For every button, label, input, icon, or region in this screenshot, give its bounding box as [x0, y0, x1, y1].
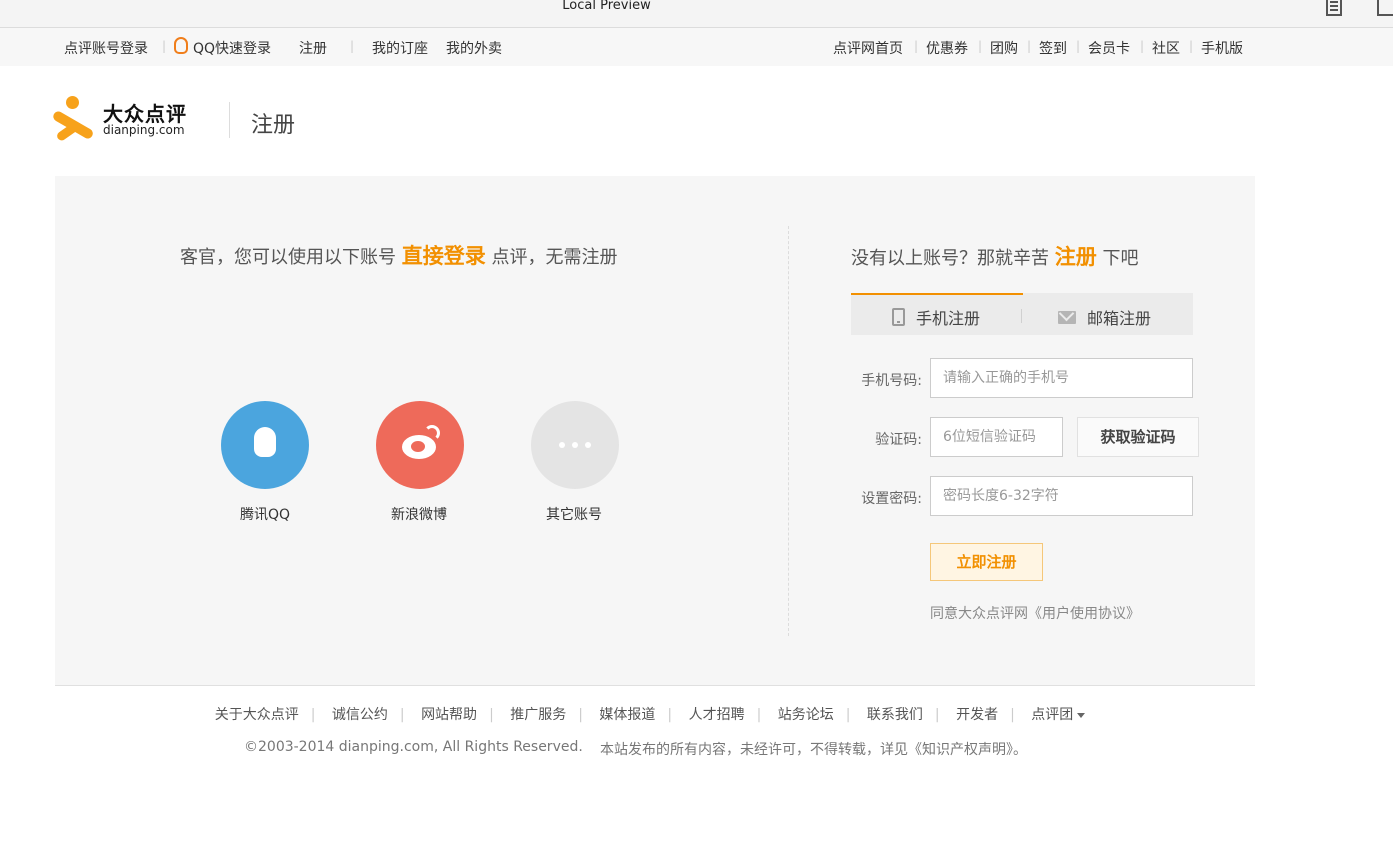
footer-separator: | — [756, 707, 762, 723]
nav-checkin-link[interactable]: 签到 — [1039, 38, 1067, 58]
footer-link-promotion[interactable]: 推广服务 — [510, 707, 566, 723]
page-title: 注册 — [251, 113, 296, 138]
code-label: 验证码: — [875, 432, 922, 448]
headline-text: 客官，您可以使用以下账号 — [180, 247, 396, 268]
phone-icon — [892, 308, 905, 326]
footer-links: 关于大众点评 | 诚信公约 | 网站帮助 | 推广服务 | 媒体报道 | 人才招聘 | 站务… — [0, 704, 1300, 724]
mail-icon — [1058, 305, 1076, 324]
tab-divider — [1021, 309, 1022, 323]
footer-separator: | — [667, 707, 673, 723]
window-title-bar: Local Preview — [0, 0, 1393, 28]
copyright-notice: 本站发布的所有内容，未经许可，不得转载，详见《知识产权声明》。 — [600, 742, 1027, 758]
footer-link-forum[interactable]: 站务论坛 — [778, 707, 834, 723]
top-nav-bar: 点评账号登录 | QQ快速登录 注册 | 我的订座 我的外卖 点评网首页 | 优… — [0, 28, 1393, 66]
header-divider — [229, 102, 230, 138]
qq-icon — [254, 427, 276, 457]
footer-link-about[interactable]: 关于大众点评 — [215, 707, 299, 723]
headline-text: 下吧 — [1102, 248, 1139, 269]
other-accounts-label[interactable]: 其它账号 — [514, 504, 634, 524]
nav-separator: | — [1076, 39, 1081, 53]
nav-separator: | — [978, 39, 983, 53]
footer-link-contact[interactable]: 联系我们 — [867, 707, 923, 723]
direct-login-headline: 客官，您可以使用以下账号 直接登录 点评，无需注册 — [180, 240, 617, 270]
panel-divider — [788, 226, 789, 636]
nav-separator: | — [914, 39, 919, 53]
qq-login-label[interactable]: 腾讯QQ — [205, 504, 325, 524]
other-accounts-button[interactable] — [531, 401, 619, 489]
headline-highlight: 直接登录 — [401, 244, 486, 268]
register-link[interactable]: 注册 — [299, 38, 327, 58]
weibo-login-label[interactable]: 新浪微博 — [359, 504, 479, 524]
footer-separator: | — [310, 707, 316, 723]
footer-link-integrity[interactable]: 诚信公约 — [332, 707, 388, 723]
footer-separator: | — [1010, 707, 1015, 723]
tab-email-register[interactable]: 邮箱注册 — [1087, 305, 1151, 329]
phone-input[interactable] — [930, 358, 1193, 398]
nav-home-link[interactable]: 点评网首页 — [833, 38, 903, 58]
footer-separator: | — [399, 707, 405, 723]
active-tab-indicator — [851, 293, 1023, 295]
my-takeout-link[interactable]: 我的外卖 — [446, 38, 502, 58]
footer-separator: | — [489, 707, 494, 723]
password-input[interactable] — [930, 476, 1193, 516]
document-icon[interactable] — [1326, 0, 1342, 16]
qq-login-button[interactable] — [221, 401, 309, 489]
more-icon — [557, 442, 593, 448]
chevron-down-icon[interactable] — [1077, 712, 1086, 718]
footer-separator: | — [845, 707, 851, 723]
headline-text: 没有以上账号？那就辛苦 — [851, 248, 1049, 269]
nav-separator: | — [1189, 39, 1194, 53]
window-title: Local Preview — [562, 0, 651, 13]
nav-separator: | — [1140, 39, 1145, 53]
nav-mobile-link[interactable]: 手机版 — [1201, 38, 1243, 58]
nav-separator: | — [162, 39, 167, 53]
footer-link-media[interactable]: 媒体报道 — [599, 707, 655, 723]
nav-community-link[interactable]: 社区 — [1152, 38, 1180, 58]
footer-link-help[interactable]: 网站帮助 — [421, 707, 477, 723]
headline-text: 点评，无需注册 — [491, 247, 618, 268]
nav-coupons-link[interactable]: 优惠券 — [926, 38, 968, 58]
phone-label: 手机号码: — [861, 373, 922, 389]
tab-phone-register[interactable]: 手机注册 — [916, 305, 980, 329]
user-agreement-link[interactable]: 同意大众点评网《用户使用协议》 — [930, 603, 1140, 623]
headline-highlight: 注册 — [1054, 245, 1097, 269]
qq-login-link[interactable]: QQ快速登录 — [193, 38, 271, 58]
weibo-arc — [424, 425, 440, 441]
nav-groupbuy-link[interactable]: 团购 — [990, 38, 1018, 58]
logo-icon[interactable] — [51, 96, 98, 144]
footer-link-jobs[interactable]: 人才招聘 — [689, 707, 745, 723]
footer-separator: | — [934, 707, 940, 723]
nav-membercard-link[interactable]: 会员卡 — [1088, 38, 1130, 58]
my-orders-link[interactable]: 我的订座 — [372, 38, 428, 58]
crop-icon[interactable] — [1377, 0, 1393, 16]
get-code-button[interactable]: 获取验证码 — [1077, 417, 1199, 457]
logo-domain[interactable]: dianping.com — [103, 123, 185, 137]
nav-separator: | — [350, 39, 355, 53]
account-login-link[interactable]: 点评账号登录 — [64, 38, 148, 58]
nav-separator: | — [1027, 39, 1032, 53]
register-submit-button[interactable]: 立即注册 — [930, 543, 1043, 581]
footer-link-developers[interactable]: 开发者 — [956, 707, 998, 723]
register-headline: 没有以上账号？那就辛苦 注册 下吧 — [851, 241, 1138, 271]
copyright-text: ©2003-2014 dianping.com, All Rights Rese… — [244, 739, 583, 755]
password-label: 设置密码: — [861, 491, 922, 507]
footer-separator: | — [578, 707, 583, 723]
sms-code-input[interactable] — [930, 417, 1063, 457]
qq-icon — [174, 37, 188, 54]
footer-link-dianping-group[interactable]: 点评团 — [1031, 707, 1073, 723]
weibo-login-button[interactable] — [376, 401, 464, 489]
